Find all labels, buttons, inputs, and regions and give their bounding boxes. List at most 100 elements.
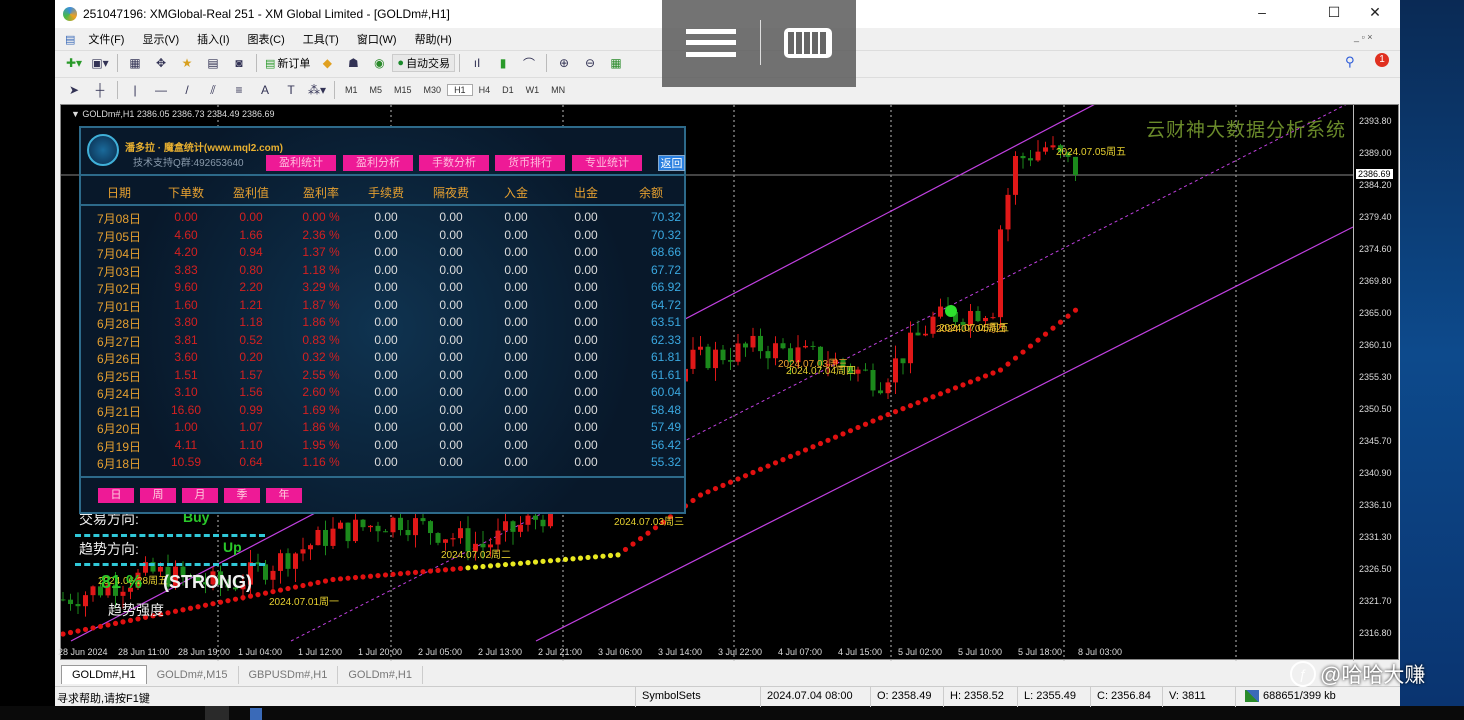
- menu-window[interactable]: 窗口(W): [348, 31, 406, 47]
- table-cell: 0.00: [574, 420, 598, 434]
- timeframe-m1[interactable]: M1: [339, 85, 364, 95]
- data-window-icon[interactable]: ✥: [151, 54, 171, 72]
- terminal-icon[interactable]: ▤: [203, 54, 223, 72]
- channel-icon[interactable]: ⫽: [203, 81, 223, 99]
- candle-body: [83, 595, 88, 607]
- menu-help[interactable]: 帮助(H): [406, 31, 461, 47]
- timeframe-h1[interactable]: H1: [447, 84, 473, 96]
- minimize-button[interactable]: –: [1247, 4, 1277, 20]
- profiles-icon[interactable]: ▣▾: [90, 54, 110, 72]
- taskbar-app-icon[interactable]: [250, 708, 262, 720]
- mdi-controls[interactable]: _ ▫ ×: [1345, 32, 1381, 42]
- time-tick-label: 28 Jun 19:00: [178, 647, 231, 657]
- cursor-icon[interactable]: ➤: [64, 81, 84, 99]
- tab-goldm-h1[interactable]: GOLDm#,H1: [61, 665, 147, 684]
- timeframe-h4[interactable]: H4: [473, 85, 497, 95]
- candle-body: [390, 517, 396, 533]
- tab-lot-analysis[interactable]: 手数分析: [419, 155, 489, 171]
- period-quarter-button[interactable]: 季: [224, 488, 260, 503]
- trend-dot: [112, 620, 119, 626]
- table-cell: 0.00: [439, 315, 463, 329]
- time-tick-label: 3 Jul 22:00: [718, 647, 763, 657]
- table-cell: 70.32: [650, 210, 681, 224]
- timeframe-d1[interactable]: D1: [496, 85, 520, 95]
- fibonacci-icon[interactable]: ≡: [229, 81, 249, 99]
- tab-profit-stats[interactable]: 盈利统计: [266, 155, 336, 171]
- table-cell: 3.10: [174, 385, 198, 399]
- candle-body: [405, 530, 411, 536]
- timeframe-m15[interactable]: M15: [388, 85, 418, 95]
- signals-icon[interactable]: ◉: [369, 54, 389, 72]
- period-month-button[interactable]: 月: [182, 488, 218, 503]
- candlestick-icon[interactable]: ▮: [493, 54, 513, 72]
- trend-dot: [187, 605, 194, 611]
- menu-file[interactable]: 文件(F): [79, 31, 133, 47]
- trendline-icon[interactable]: /: [177, 81, 197, 99]
- tab-profit-analysis[interactable]: 盈利分析: [343, 155, 413, 171]
- maximize-button[interactable]: ☐: [1319, 4, 1349, 21]
- auto-trading-button[interactable]: ● 自动交易: [392, 54, 456, 72]
- price-tick-label: 2355.30: [1359, 372, 1392, 382]
- zoom-in-icon[interactable]: ⊕: [554, 54, 574, 72]
- tab-currency-ranking[interactable]: 货币排行: [495, 155, 565, 171]
- taskbar-app-icon[interactable]: [205, 706, 229, 720]
- keyboard-icon[interactable]: [784, 28, 832, 58]
- candle-body: [300, 549, 306, 554]
- column-header: 手续费: [367, 186, 404, 200]
- back-button[interactable]: 返回: [658, 155, 685, 171]
- menu-insert[interactable]: 插入(I): [188, 31, 238, 47]
- shapes-icon[interactable]: ⁂▾: [307, 81, 327, 99]
- table-cell: 0.52: [239, 332, 263, 347]
- trend-dot: [705, 489, 711, 495]
- market-watch-icon[interactable]: ▦: [125, 54, 145, 72]
- trend-dot: [892, 409, 899, 415]
- search-icon[interactable]: ⚲: [1345, 54, 1355, 70]
- close-button[interactable]: ✕: [1360, 4, 1390, 21]
- candle-body: [900, 358, 906, 364]
- table-cell: 7月03日: [96, 264, 142, 279]
- navigator-icon[interactable]: ★: [177, 54, 197, 72]
- tile-windows-icon[interactable]: ▦: [606, 54, 626, 72]
- text-label-icon[interactable]: T: [281, 81, 301, 99]
- timeframe-mn[interactable]: MN: [545, 85, 571, 95]
- timeframe-m5[interactable]: M5: [364, 85, 389, 95]
- table-cell: 0.00: [374, 420, 398, 434]
- menu-view[interactable]: 显示(V): [133, 31, 188, 47]
- tab-goldm-h1-2[interactable]: GOLDm#,H1: [338, 666, 423, 684]
- metaeditor-icon[interactable]: ◆: [317, 54, 337, 72]
- period-week-button[interactable]: 周: [140, 488, 176, 503]
- line-chart-icon[interactable]: ⌒: [519, 54, 539, 72]
- notification-badge[interactable]: 1: [1375, 53, 1389, 67]
- new-chart-icon[interactable]: ✚▾: [64, 54, 84, 72]
- candle-body: [735, 343, 741, 362]
- text-icon[interactable]: A: [255, 81, 275, 99]
- community-icon[interactable]: ☗: [343, 54, 363, 72]
- table-cell: 0.00: [574, 210, 598, 224]
- trend-dot: [217, 599, 224, 605]
- crosshair-icon[interactable]: ┼: [90, 81, 110, 99]
- menu-charts[interactable]: 图表(C): [239, 31, 294, 47]
- panel-subtitle: 技术支持Q群:492653640: [133, 158, 244, 169]
- period-year-button[interactable]: 年: [266, 488, 302, 503]
- period-day-button[interactable]: 日: [98, 488, 134, 503]
- hamburger-menu-icon[interactable]: [686, 29, 736, 57]
- vertical-line-icon[interactable]: |: [125, 81, 145, 99]
- timeframe-w1[interactable]: W1: [520, 85, 546, 95]
- tester-icon[interactable]: ◙: [229, 54, 249, 72]
- candle-body: [360, 519, 366, 528]
- trend-dot: [307, 581, 314, 587]
- new-order-button[interactable]: ▤ 新订单: [261, 55, 314, 71]
- table-cell: 9.60: [174, 280, 198, 294]
- bar-chart-icon[interactable]: ıI: [467, 54, 487, 72]
- table-cell: 3.80: [174, 315, 198, 329]
- table-row: 6月24日 3.10 1.56 2.60 % 0.00 0.00 0.00 0.00 60.04: [81, 385, 684, 402]
- horizontal-line-icon[interactable]: —: [151, 81, 171, 99]
- table-cell: 0.00: [374, 367, 398, 382]
- zoom-out-icon[interactable]: ⊖: [580, 54, 600, 72]
- menu-tools[interactable]: 工具(T): [294, 31, 348, 47]
- timeframe-m30[interactable]: M30: [418, 85, 448, 95]
- tab-pro-stats[interactable]: 专业统计: [572, 155, 642, 171]
- tab-gbpusdm-h1[interactable]: GBPUSDm#,H1: [239, 666, 339, 684]
- tab-goldm-m15[interactable]: GOLDm#,M15: [147, 666, 239, 684]
- trend-dot: [930, 394, 936, 400]
